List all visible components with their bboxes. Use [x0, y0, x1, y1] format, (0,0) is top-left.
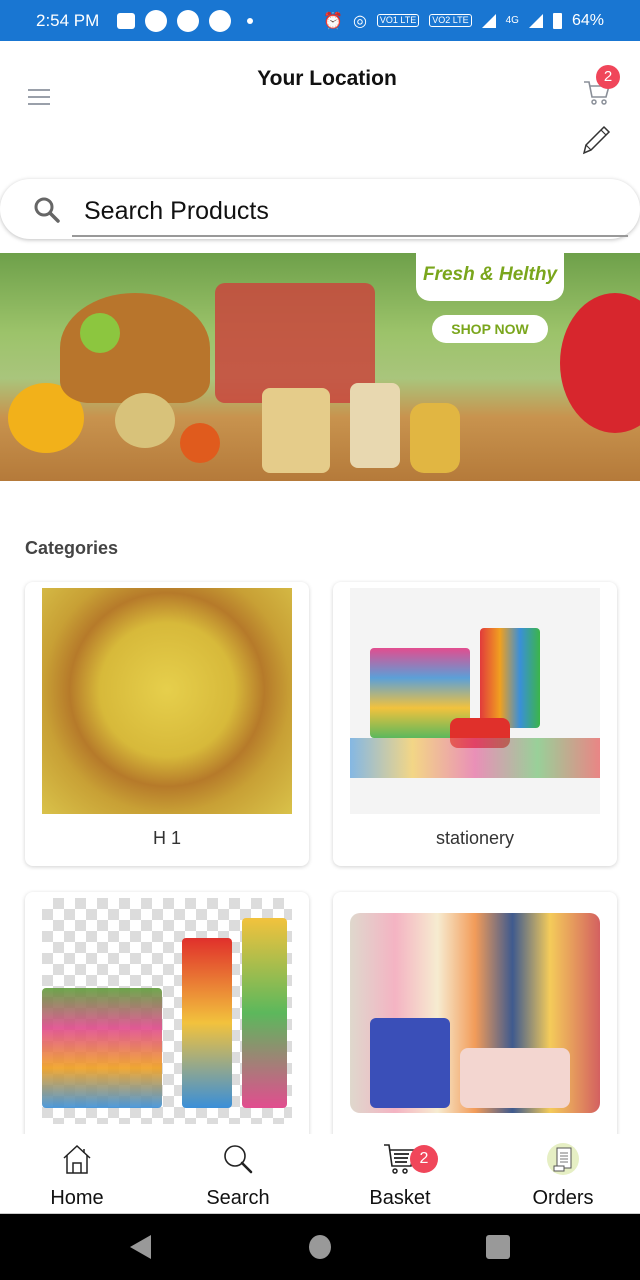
grapes-image [80, 313, 120, 353]
more-notifications-dot [247, 17, 254, 24]
signal-icon [528, 13, 543, 28]
basket-count-badge: 2 [410, 1145, 438, 1173]
hamburger-line [28, 103, 50, 105]
edit-location-button[interactable] [580, 123, 612, 157]
system-navigation-bar [0, 1214, 640, 1280]
orange-image [180, 423, 220, 463]
network-type: 4G [505, 15, 519, 26]
banner-tagline: Fresh & Helthy [416, 253, 564, 301]
category-card[interactable]: H 1 [25, 582, 309, 866]
status-time: 2:54 PM [36, 10, 100, 30]
nav-basket-label: Basket [369, 1187, 431, 1209]
nav-basket[interactable]: 2 Basket [320, 1134, 480, 1214]
recents-icon[interactable] [486, 1235, 510, 1259]
jar-image [410, 403, 460, 473]
signal-icon [481, 13, 496, 28]
cantaloupe-image [115, 393, 175, 448]
promo-banner[interactable]: Fresh & Helthy SHOP NOW [0, 253, 640, 481]
nav-orders[interactable]: Orders [483, 1134, 640, 1214]
search-input[interactable] [72, 187, 628, 237]
status-bar: 2:54 PM ⏰ ◎ VO1 LTE VO2 LTE 4G 64% [0, 0, 640, 41]
hotspot-icon: ◎ [352, 12, 367, 30]
back-icon[interactable] [130, 1235, 151, 1259]
sim2-volte-icon: VO2 LTE [429, 14, 472, 27]
category-label: H 1 [152, 828, 181, 848]
pencil-icon [582, 125, 611, 155]
app-notification-icon [209, 9, 232, 32]
home-button-icon[interactable] [309, 1235, 331, 1259]
menu-button[interactable] [28, 89, 50, 105]
search-icon [224, 1145, 253, 1174]
location-title[interactable]: Your Location [0, 67, 640, 91]
cart-button[interactable]: 2 [582, 65, 620, 107]
shop-now-button[interactable]: SHOP NOW [432, 315, 548, 343]
whatsapp-notification-icon [145, 9, 168, 32]
sim1-volte-icon: VO1 LTE [376, 14, 420, 27]
battery-percent: 64% [571, 11, 604, 29]
dal-pack-image [350, 383, 400, 468]
app-header: Your Location 2 [0, 41, 640, 181]
nav-search-label: Search [206, 1187, 270, 1209]
categories-heading: Categories [25, 538, 119, 558]
nav-orders-label: Orders [532, 1187, 594, 1209]
bottom-navigation: Home Search 2 Basket Orders [0, 1134, 640, 1214]
search-icon [34, 197, 60, 223]
message-notification-icon [117, 12, 136, 29]
nav-home-label: Home [50, 1187, 104, 1209]
cart-count-badge: 2 [596, 65, 620, 89]
personal-care-image [350, 898, 600, 1124]
office-supplies-image [42, 898, 292, 1124]
stationery-image [350, 588, 600, 814]
home-icon [63, 1144, 91, 1174]
nav-search[interactable]: Search [158, 1134, 318, 1214]
app-notification-icon [177, 9, 200, 32]
category-card[interactable]: stationery [333, 582, 617, 866]
search-bar [0, 179, 640, 239]
category-label: stationery [435, 828, 515, 848]
millet-bowl-image [42, 588, 292, 814]
alarm-icon: ⏰ [323, 12, 343, 30]
apple-image [560, 293, 640, 433]
nav-home[interactable]: Home [0, 1134, 157, 1214]
fruit-basket-image [60, 293, 210, 403]
grain-bag-image [262, 388, 330, 473]
battery-icon [552, 12, 562, 29]
orders-icon [547, 1143, 579, 1175]
hamburger-line [28, 96, 50, 98]
